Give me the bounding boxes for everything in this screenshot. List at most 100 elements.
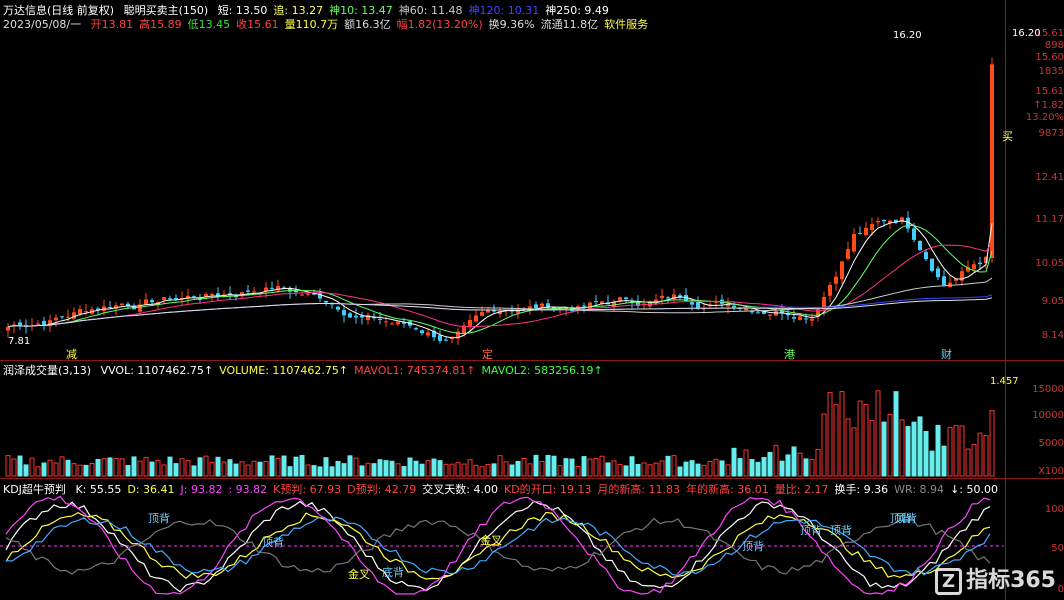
volume-bar (443, 463, 449, 477)
volume-bar (899, 419, 905, 477)
candle-body (384, 321, 388, 323)
event-marker[interactable]: 定 (482, 346, 493, 362)
volume-bar (791, 446, 797, 477)
volume-bar (233, 463, 239, 477)
volume-bar (431, 458, 437, 477)
candle-body (768, 314, 772, 316)
volume-bar (437, 460, 443, 477)
volume-bar (227, 459, 233, 477)
volume-bar (515, 460, 521, 477)
volume-bar (659, 460, 665, 477)
volume-bar (425, 460, 431, 477)
volume-bar (965, 448, 971, 477)
volume-title[interactable]: 润泽成交量(3,13) (3, 364, 91, 377)
event-marker[interactable]: 减 (66, 346, 77, 362)
candle-body (270, 287, 274, 289)
event-marker[interactable]: 财 (941, 346, 952, 362)
volume-bar (485, 464, 491, 477)
high-annotation: 16.20 (893, 30, 922, 41)
volume-bar (119, 458, 125, 477)
volume-bar (605, 462, 611, 477)
volume-bar (71, 463, 77, 477)
volume-bar (833, 404, 839, 477)
watermark-logo: Z 指标365 (935, 562, 1056, 595)
volume-bar (335, 461, 341, 477)
candle-body (756, 312, 760, 314)
event-marker[interactable]: 港 (784, 346, 795, 362)
price-axis-tick: 13.20% (1025, 112, 1064, 123)
candle-body (480, 312, 484, 316)
volume-bar (557, 465, 563, 477)
volume-bar (17, 455, 23, 477)
volume-bar (35, 466, 41, 477)
candle-body (840, 261, 844, 280)
volume-bar (671, 455, 677, 477)
kdj-axis-tick: 100 (1044, 504, 1064, 515)
volume-bar (413, 460, 419, 477)
candle-body (930, 258, 934, 271)
price-axis-tick: 10.05 (1035, 258, 1064, 269)
candle-body (354, 315, 358, 318)
kdj-signal-tag: 顶背 (262, 535, 284, 549)
volume-bar (65, 459, 71, 477)
candle-body (84, 311, 88, 313)
volume-bar (959, 425, 965, 477)
volume-bar (773, 444, 779, 477)
kdj-axis-tick: 50 (1051, 543, 1064, 554)
volume-bar (653, 462, 659, 477)
candle-body (60, 316, 64, 318)
volume-bar (509, 464, 515, 477)
kdj-chart[interactable]: 顶背顶背顶背金叉 底背金叉 顶背顶背 顶背顶背 (0, 494, 1004, 598)
candle-body (426, 332, 430, 336)
volume-bar (875, 390, 881, 477)
price-axis-line (1005, 0, 1006, 600)
candle-body (660, 295, 664, 299)
volume-bar (473, 464, 479, 477)
volume-bar (137, 460, 143, 477)
volume-bar (29, 457, 35, 477)
volume-bar (479, 466, 485, 477)
candlestick-chart[interactable] (0, 28, 1004, 358)
volume-chart[interactable] (0, 378, 1004, 478)
volume-bar (263, 461, 269, 477)
candle-body (324, 300, 328, 303)
kdj-signal-tag: 顶背 (742, 539, 764, 553)
candle-body (216, 293, 220, 296)
volume-bar (275, 457, 281, 477)
volume-bar (935, 424, 941, 477)
volume-bar (155, 459, 161, 477)
volume-bar (923, 431, 929, 477)
volume-bar (647, 464, 653, 477)
price-axis-tick: 898 (1044, 40, 1064, 51)
volume-bar (563, 458, 569, 477)
candle-body (912, 228, 916, 240)
volume-bar (245, 464, 251, 477)
candle-body (264, 287, 268, 291)
candle-body (306, 293, 310, 295)
volume-bar (23, 464, 29, 477)
candle-body (162, 297, 166, 301)
volume-bar (89, 463, 95, 477)
volume-bar (455, 462, 461, 477)
volume-bar (983, 435, 989, 477)
candle-body (120, 303, 124, 305)
volume-axis-tick: 5000 (1038, 438, 1064, 449)
volume-value: MAVOL2: 583256.19↑ (481, 364, 603, 377)
watermark-text: 指标365 (966, 568, 1056, 593)
kdj-signal-tag: 底背 (382, 565, 404, 579)
volume-bar (749, 459, 755, 477)
volume-bar (149, 461, 155, 477)
volume-bar (293, 456, 299, 477)
candle-body (450, 338, 454, 340)
volume-bar (269, 455, 275, 477)
volume-axis-tick: 15000 (1032, 384, 1064, 395)
volume-bar (827, 392, 833, 477)
candle-body (936, 268, 940, 278)
volume-bar (77, 464, 83, 477)
volume-bar (737, 458, 743, 477)
volume-bar (239, 461, 245, 477)
volume-bar (809, 458, 815, 477)
volume-bar (5, 455, 11, 477)
volume-bar (851, 427, 857, 477)
volume-bar (47, 459, 53, 477)
